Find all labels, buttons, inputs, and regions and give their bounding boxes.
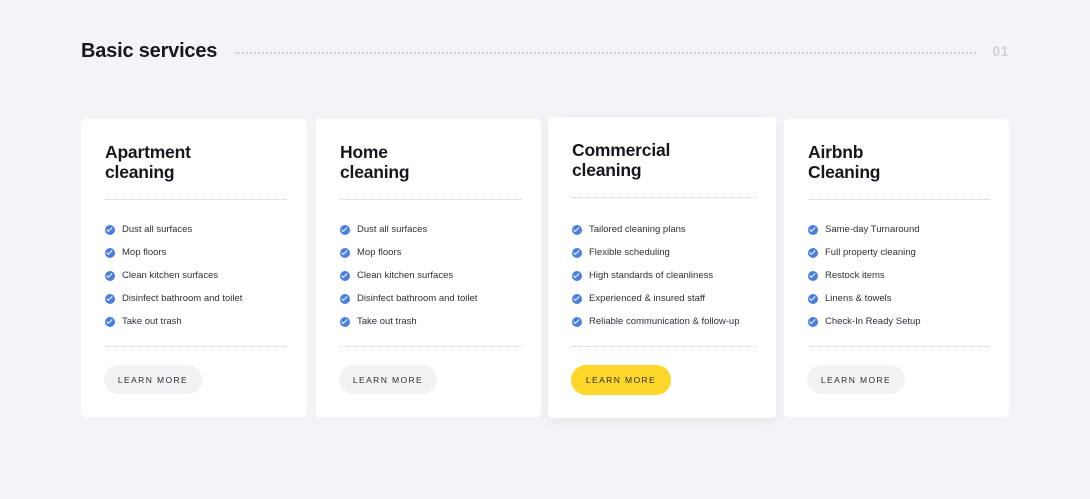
section-number: 01 [992, 43, 1009, 59]
list-item: Full property cleaning [808, 241, 921, 264]
check-circle-icon [340, 247, 350, 258]
header-divider [235, 52, 977, 54]
card-commercial-cleaning: Commercial cleaning Tailored cleaning pl… [548, 117, 776, 418]
feature-label: Tailored cleaning plans [589, 224, 686, 235]
list-item: Reliable communication & follow-up [572, 310, 740, 333]
feature-label: Mop floors [357, 247, 402, 258]
card-divider [105, 346, 286, 347]
card-divider [340, 199, 521, 200]
feature-label: Disinfect bathroom and toilet [357, 293, 478, 304]
check-circle-icon [808, 293, 818, 304]
list-item: Linens & towels [808, 287, 921, 310]
card-title-line: Apartment [105, 142, 191, 162]
card-title-line: cleaning [340, 161, 410, 182]
learn-more-button[interactable]: LEARN MORE [104, 365, 202, 394]
feature-label: Take out trash [122, 316, 182, 327]
check-circle-icon [105, 247, 115, 258]
card-divider [105, 199, 286, 200]
check-circle-icon [572, 224, 582, 235]
card-title-line: Airbnb [808, 142, 864, 162]
check-circle-icon [340, 270, 350, 281]
card-home-cleaning: Home cleaning Dust all surfaces Mop floo… [316, 119, 541, 417]
feature-label: Reliable communication & follow-up [589, 316, 740, 327]
card-airbnb-cleaning: Airbnb Cleaning Same-day Turnaround Full… [784, 119, 1009, 417]
section-header: Basic services 01 [81, 38, 1009, 64]
learn-more-button[interactable]: LEARN MORE [339, 365, 437, 394]
learn-more-button[interactable]: LEARN MORE [571, 365, 671, 395]
check-circle-icon [572, 293, 582, 304]
feature-label: Full property cleaning [825, 247, 916, 258]
check-circle-icon [105, 224, 115, 235]
list-item: Disinfect bathroom and toilet [105, 287, 242, 310]
card-divider [340, 346, 521, 347]
card-divider [808, 346, 989, 347]
section-title: Basic services [81, 39, 218, 62]
card-title-line: Commercial [572, 140, 671, 160]
card-divider [572, 346, 756, 347]
list-item: Clean kitchen surfaces [105, 264, 242, 287]
check-circle-icon [808, 270, 818, 281]
check-circle-icon [340, 224, 350, 235]
list-item: Flexible scheduling [572, 241, 740, 264]
list-item: Disinfect bathroom and toilet [340, 287, 477, 310]
check-circle-icon [572, 247, 582, 258]
check-circle-icon [340, 293, 350, 304]
learn-more-button[interactable]: LEARN MORE [807, 365, 905, 394]
feature-label: Linens & towels [825, 293, 892, 304]
feature-label: Flexible scheduling [589, 247, 670, 258]
feature-label: Restock items [825, 270, 885, 281]
check-circle-icon [340, 316, 350, 327]
feature-label: Take out trash [357, 316, 417, 327]
feature-label: Disinfect bathroom and toilet [122, 293, 243, 304]
list-item: Experienced & insured staff [572, 287, 740, 310]
list-item: Mop floors [340, 241, 477, 264]
feature-label: Clean kitchen surfaces [357, 270, 454, 281]
check-circle-icon [808, 316, 818, 327]
check-circle-icon [808, 247, 818, 258]
card-divider [808, 199, 989, 200]
feature-label: Check-In Ready Setup [825, 316, 921, 327]
feature-list: Tailored cleaning plans Flexible schedul… [572, 218, 740, 333]
card-title-line: cleaning [105, 161, 175, 182]
list-item: Dust all surfaces [105, 218, 242, 241]
check-circle-icon [105, 316, 115, 327]
feature-list: Dust all surfaces Mop floors Clean kitch… [340, 218, 477, 333]
list-item: Check-In Ready Setup [808, 310, 921, 333]
list-item: Take out trash [340, 310, 477, 333]
card-title: Commercial cleaning [572, 140, 752, 180]
card-apartment-cleaning: Apartment cleaning Dust all surfaces Mop… [81, 119, 306, 417]
card-title-line: cleaning [572, 159, 642, 180]
check-circle-icon [105, 270, 115, 281]
feature-label: High standards of cleanliness [589, 270, 714, 281]
card-title: Home cleaning [340, 142, 520, 182]
list-item: Restock items [808, 264, 921, 287]
list-item: Clean kitchen surfaces [340, 264, 477, 287]
feature-list: Same-day Turnaround Full property cleani… [808, 218, 921, 333]
check-circle-icon [105, 293, 115, 304]
feature-label: Experienced & insured staff [589, 293, 706, 304]
feature-label: Clean kitchen surfaces [122, 270, 219, 281]
card-title-line: Cleaning [808, 161, 881, 182]
list-item: Take out trash [105, 310, 242, 333]
card-title: Airbnb Cleaning [808, 142, 988, 182]
feature-list: Dust all surfaces Mop floors Clean kitch… [105, 218, 242, 333]
feature-label: Same-day Turnaround [825, 224, 920, 235]
card-title: Apartment cleaning [105, 142, 285, 182]
list-item: Same-day Turnaround [808, 218, 921, 241]
card-title-line: Home [340, 142, 388, 162]
list-item: High standards of cleanliness [572, 264, 740, 287]
list-item: Dust all surfaces [340, 218, 477, 241]
feature-label: Mop floors [122, 247, 167, 258]
card-divider [572, 197, 756, 198]
feature-label: Dust all surfaces [357, 224, 428, 235]
check-circle-icon [572, 316, 582, 327]
check-circle-icon [572, 270, 582, 281]
list-item: Mop floors [105, 241, 242, 264]
feature-label: Dust all surfaces [122, 224, 193, 235]
check-circle-icon [808, 224, 818, 235]
list-item: Tailored cleaning plans [572, 218, 740, 241]
